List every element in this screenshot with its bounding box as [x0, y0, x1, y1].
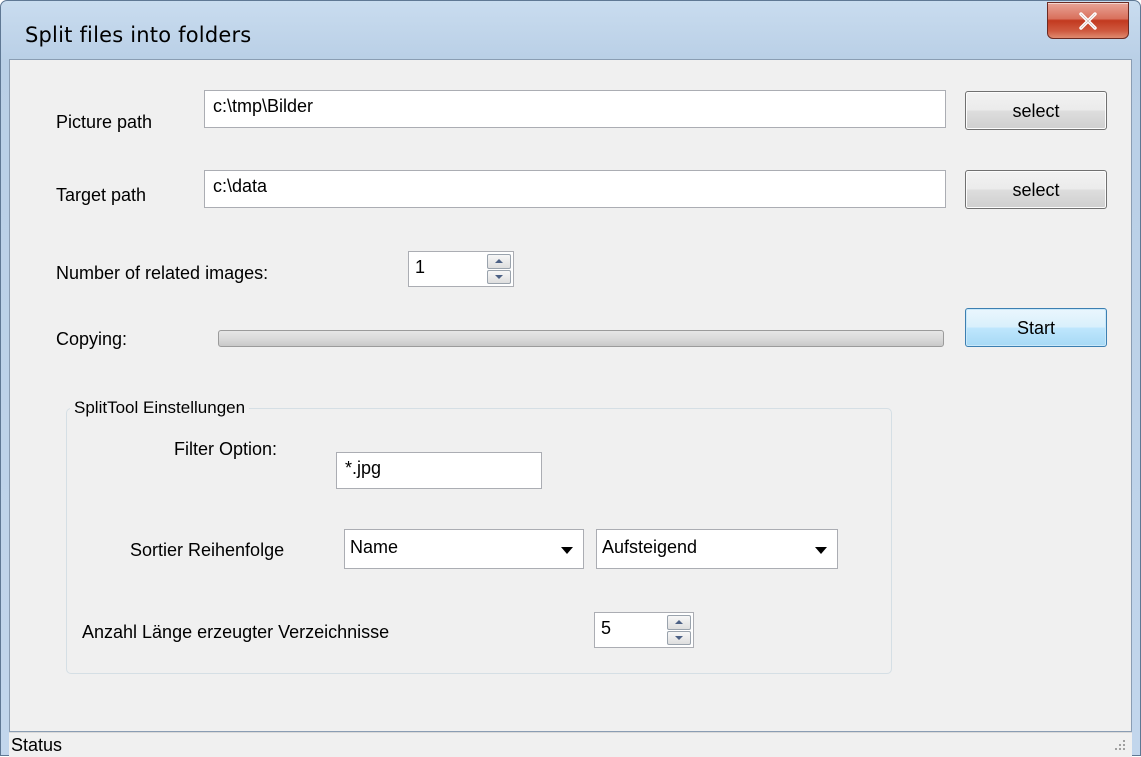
sort-order-label: Sortier Reihenfolge [130, 540, 285, 560]
dir-length-value: 5 [601, 618, 612, 638]
sort-field-value: Name [350, 537, 399, 557]
close-button[interactable] [1047, 2, 1129, 39]
sort-direction-value: Aufsteigend [602, 537, 698, 557]
client-area: Picture path c:\tmp\Bilder select Target… [9, 59, 1132, 732]
picture-path-select-label: select [1012, 101, 1060, 121]
related-images-label: Number of related images: [56, 263, 269, 283]
spin-up-icon [675, 620, 683, 624]
dir-length-stepper[interactable]: 5 [594, 612, 694, 648]
copy-progress-bar [218, 330, 944, 347]
dir-length-down-button[interactable] [667, 630, 691, 645]
filter-option-input[interactable]: *.jpg [336, 452, 542, 489]
related-images-value: 1 [415, 257, 426, 277]
chevron-down-icon [815, 547, 827, 554]
title-bar[interactable]: Split files into folders [1, 1, 1140, 59]
splittool-settings-title: SplitTool Einstellungen [70, 398, 250, 418]
spin-up-icon [495, 259, 503, 263]
chevron-down-icon [561, 547, 573, 554]
sort-direction-select[interactable]: Aufsteigend [596, 529, 838, 569]
target-path-label: Target path [56, 185, 147, 205]
target-path-select-button[interactable]: select [965, 170, 1107, 209]
related-images-down-button[interactable] [487, 269, 511, 284]
related-images-up-button[interactable] [487, 254, 511, 269]
close-icon [1079, 12, 1097, 30]
picture-path-input[interactable]: c:\tmp\Bilder [204, 90, 946, 128]
dir-length-label: Anzahl Länge erzeugter Verzeichnisse [82, 622, 390, 642]
start-button[interactable]: Start [965, 308, 1107, 347]
picture-path-label: Picture path [56, 112, 153, 132]
window-title: Split files into folders [25, 23, 252, 47]
status-bar: Status [9, 732, 1132, 757]
dir-length-up-button[interactable] [667, 615, 691, 630]
filter-option-label: Filter Option: [174, 439, 278, 459]
resize-grip-icon[interactable] [1114, 739, 1126, 751]
app-window: Split files into folders Picture path c:… [0, 0, 1141, 757]
status-text: Status [11, 735, 63, 755]
spin-down-icon [675, 635, 683, 640]
target-path-input[interactable]: c:\data [204, 170, 946, 208]
start-button-label: Start [1016, 318, 1055, 338]
target-path-select-label: select [1012, 180, 1060, 200]
spin-down-icon [495, 274, 503, 279]
sort-field-select[interactable]: Name [344, 529, 584, 569]
related-images-stepper[interactable]: 1 [408, 251, 514, 287]
picture-path-select-button[interactable]: select [965, 91, 1107, 130]
copying-label: Copying: [56, 329, 128, 349]
